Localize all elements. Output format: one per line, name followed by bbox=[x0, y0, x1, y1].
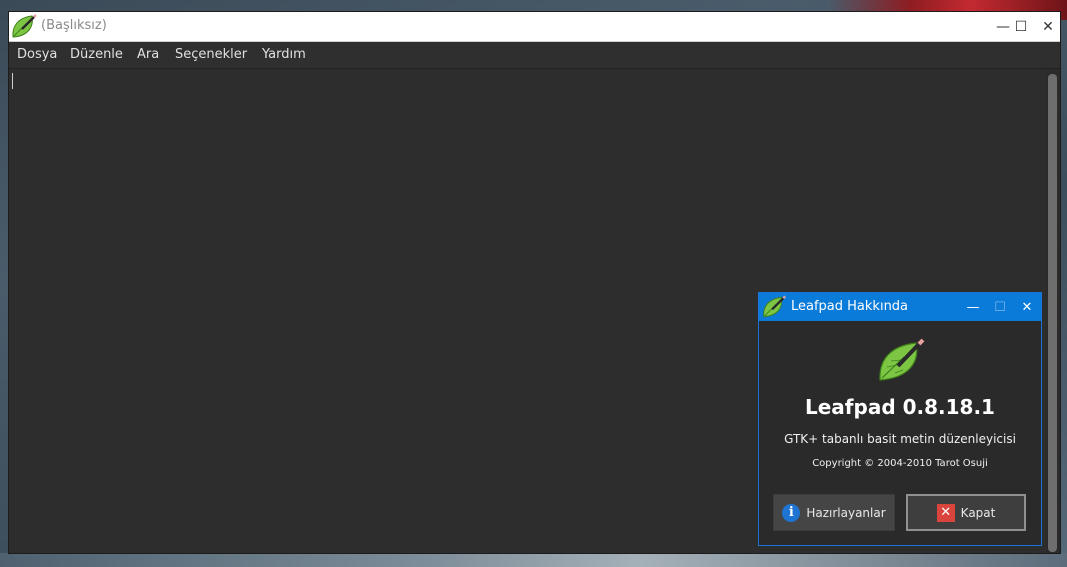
app-copyright: Copyright © 2004-2010 Tarot Osuji bbox=[812, 458, 988, 469]
about-maximize-button: ☐ bbox=[994, 299, 1006, 315]
desktop-wallpaper-bottom bbox=[0, 553, 1067, 567]
menu-yardim[interactable]: Yardım bbox=[262, 47, 306, 62]
menu-secenekler[interactable]: Seçenekler bbox=[175, 47, 247, 62]
about-titlebar[interactable]: Leafpad Hakkında — ☐ ✕ bbox=[759, 293, 1041, 321]
leafpad-logo-icon bbox=[879, 338, 925, 381]
about-dialog: Leafpad Hakkında — ☐ ✕ Leafpad 0.8.18.1 … bbox=[758, 292, 1042, 546]
kapat-button-label: Kapat bbox=[960, 505, 996, 520]
credits-button-label: Hazırlayanlar bbox=[806, 505, 886, 520]
menu-dosya[interactable]: Dosya bbox=[17, 47, 57, 62]
close-x-icon: ✕ bbox=[936, 503, 955, 522]
credits-button[interactable]: i Hazırlayanlar bbox=[773, 494, 895, 531]
about-close-button[interactable]: ✕ bbox=[1016, 297, 1038, 317]
text-caret bbox=[12, 73, 13, 89]
leafpad-leaf-icon bbox=[763, 295, 786, 318]
window-title: (Başlıksız) bbox=[41, 18, 107, 33]
close-button[interactable]: ✕ bbox=[1036, 16, 1060, 38]
main-titlebar[interactable]: (Başlıksız) — ☐ ✕ bbox=[9, 12, 1060, 42]
app-description: GTK+ tabanlı basit metin düzenleyicisi bbox=[784, 432, 1016, 446]
info-icon: i bbox=[782, 503, 801, 522]
about-minimize-button[interactable]: — bbox=[962, 297, 984, 317]
about-dialog-title: Leafpad Hakkında bbox=[791, 299, 909, 314]
vertical-scrollbar[interactable] bbox=[1048, 74, 1057, 552]
menubar: Dosya Düzenle Ara Seçenekler Yardım bbox=[9, 42, 1060, 69]
menu-ara[interactable]: Ara bbox=[137, 47, 159, 62]
app-name-version: Leafpad 0.8.18.1 bbox=[805, 395, 995, 419]
leafpad-leaf-icon bbox=[12, 14, 37, 38]
maximize-button[interactable]: ☐ bbox=[1009, 16, 1033, 38]
menu-duzenle[interactable]: Düzenle bbox=[70, 47, 123, 62]
kapat-button[interactable]: ✕ Kapat bbox=[906, 494, 1026, 531]
